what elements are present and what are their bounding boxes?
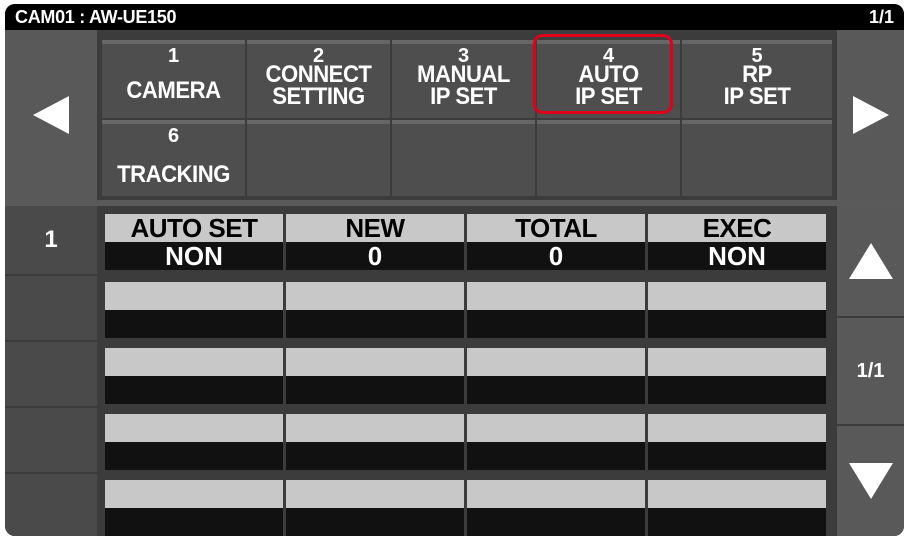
auto-set-cell[interactable]: AUTO SET NON — [105, 214, 283, 270]
screen-title: CAM01 : AW-UE150 — [15, 7, 177, 27]
empty-cell — [648, 282, 826, 338]
next-menu-button[interactable] — [837, 30, 904, 200]
arrow-down-icon — [848, 463, 893, 499]
empty-cell — [105, 480, 283, 536]
row-label-empty — [5, 408, 97, 472]
row-label-1: 1 — [5, 206, 97, 274]
empty-cell — [105, 414, 283, 470]
tab-label-line2: IP SET — [575, 83, 642, 110]
empty-cell — [648, 414, 826, 470]
title-bar: CAM01 : AW-UE150 1/1 — [5, 4, 904, 30]
total-cell[interactable]: TOTAL 0 — [467, 214, 645, 270]
empty-cell — [286, 282, 464, 338]
scroll-down-button[interactable] — [837, 426, 904, 536]
tab-auto-ip-set[interactable]: 4 AUTO IP SET — [533, 34, 680, 118]
cell-header: NEW — [286, 214, 464, 242]
empty-cell — [648, 348, 826, 404]
tab-label-line1: AUTO — [578, 61, 639, 88]
cell-header: EXEC — [648, 214, 826, 242]
tab-tracking[interactable]: 6 TRACKING — [102, 120, 245, 196]
empty-cell — [467, 282, 645, 338]
page-indicator: 1/1 — [868, 7, 894, 27]
menu-tabs-area: 1 CAMERA 2 CONNECT SETTING 3 MANUAL IP S… — [5, 30, 904, 200]
exec-cell[interactable]: EXEC NON — [648, 214, 826, 270]
scroll-up-button[interactable] — [837, 206, 904, 316]
row-label-empty — [5, 276, 97, 340]
empty-cell — [286, 414, 464, 470]
cell-header: AUTO SET — [105, 214, 283, 242]
tab-empty — [392, 120, 535, 196]
empty-cell — [286, 348, 464, 404]
tab-number: 6 — [167, 125, 180, 147]
tab-empty — [682, 120, 832, 196]
tab-empty — [537, 120, 680, 196]
tab-camera[interactable]: 1 CAMERA — [102, 40, 245, 118]
list-page-indicator: 1/1 — [837, 318, 904, 424]
tab-label: CAMERA — [126, 77, 221, 104]
camera-setup-screen: CAM01 : AW-UE150 1/1 1 CAMERA 2 CONNECT … — [5, 4, 904, 536]
arrow-up-icon — [848, 243, 893, 279]
tab-label-line2: IP SET — [723, 83, 791, 110]
empty-cell — [105, 348, 283, 404]
tab-empty — [247, 120, 390, 196]
tab-manual-ip-set[interactable]: 3 MANUAL IP SET — [392, 40, 535, 118]
tab-rp-ip-set[interactable]: 5 RP IP SET — [682, 40, 832, 118]
tab-label: TRACKING — [117, 161, 230, 188]
new-cell[interactable]: NEW 0 — [286, 214, 464, 270]
cell-value: NON — [105, 242, 283, 270]
tab-number: 1 — [167, 45, 180, 67]
tab-number: 4 — [602, 45, 615, 67]
empty-cell — [467, 414, 645, 470]
empty-cell — [467, 348, 645, 404]
cell-value: 0 — [286, 242, 464, 270]
cell-header: TOTAL — [467, 214, 645, 242]
empty-cell — [648, 480, 826, 536]
tab-label-line2: SETTING — [272, 83, 365, 110]
arrow-right-icon — [852, 96, 889, 134]
cell-value: NON — [648, 242, 826, 270]
row-label-empty — [5, 342, 97, 406]
arrow-left-icon — [33, 96, 69, 134]
settings-list: 1 AUTO SET NON NEW 0 TOTAL 0 EXEC NON 1/… — [5, 206, 904, 536]
empty-cell — [467, 480, 645, 536]
cell-value: 0 — [467, 242, 645, 270]
empty-cell — [105, 282, 283, 338]
prev-menu-button[interactable] — [5, 30, 97, 200]
tab-label-line2: IP SET — [430, 83, 497, 110]
row-label-empty — [5, 474, 97, 536]
tab-connect-setting[interactable]: 2 CONNECT SETTING — [247, 40, 390, 118]
empty-cell — [286, 480, 464, 536]
